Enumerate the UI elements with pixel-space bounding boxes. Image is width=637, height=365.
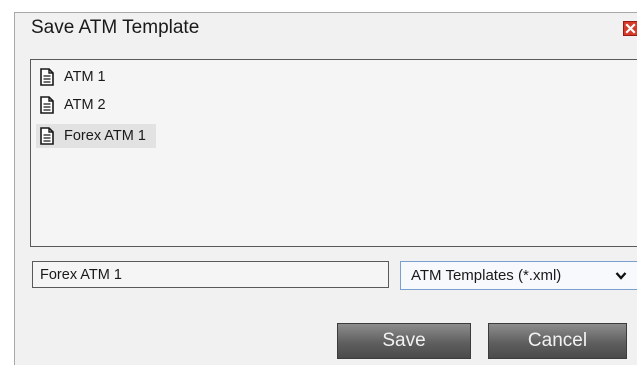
save-button[interactable]: Save: [337, 323, 471, 359]
list-item[interactable]: ATM 2: [36, 93, 116, 117]
filename-input[interactable]: [32, 261, 389, 288]
filetype-selected-value: ATM Templates (*.xml): [411, 267, 562, 284]
document-icon: [40, 96, 54, 114]
list-item-label: Forex ATM 1: [64, 128, 146, 144]
cancel-button[interactable]: Cancel: [488, 323, 627, 359]
list-item-label: ATM 2: [64, 97, 106, 113]
document-icon: [40, 127, 54, 145]
list-item-label: ATM 1: [64, 69, 106, 85]
close-button[interactable]: [623, 21, 637, 36]
save-atm-template-dialog: Save ATM Template ATM 1 ATM 2 Forex ATM …: [14, 12, 637, 365]
filetype-select[interactable]: ATM Templates (*.xml): [400, 261, 637, 290]
close-icon: [625, 23, 636, 34]
list-item-selected[interactable]: Forex ATM 1: [36, 124, 156, 148]
dialog-title: Save ATM Template: [31, 17, 200, 38]
chevron-down-icon: [615, 272, 627, 280]
dialog-titlebar[interactable]: Save ATM Template: [15, 13, 637, 43]
list-item[interactable]: ATM 1: [36, 65, 116, 89]
template-file-list[interactable]: ATM 1 ATM 2 Forex ATM 1: [30, 59, 637, 247]
document-icon: [40, 68, 54, 86]
